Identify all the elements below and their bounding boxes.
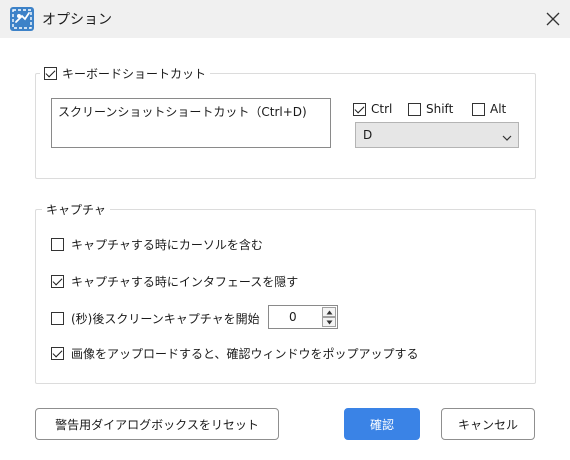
delay-capture-label: (秒)後スクリーンキャプチャを開始: [71, 312, 260, 326]
ctrl-checkbox[interactable]: [353, 102, 366, 116]
stepper-down-icon[interactable]: [322, 317, 336, 327]
alt-checkbox[interactable]: [472, 102, 485, 116]
key-select[interactable]: D: [355, 122, 519, 148]
upload-confirm-checkbox[interactable]: [51, 347, 64, 360]
capture-group-label-wrap: キャプチャ: [42, 200, 110, 218]
option-include-cursor[interactable]: キャプチャする時にカーソルを含む: [51, 236, 263, 253]
window-title: オプション: [42, 12, 112, 28]
keyboard-shortcut-label: キーボードショートカット: [62, 66, 207, 81]
delay-seconds-stepper[interactable]: 0: [268, 305, 338, 329]
ctrl-label: Ctrl: [371, 102, 393, 116]
delay-seconds-value: 0: [289, 310, 297, 324]
hide-interface-label: キャプチャする時にインタフェースを隠す: [71, 275, 299, 289]
shift-modifier[interactable]: Shift: [408, 102, 453, 116]
keyboard-shortcut-checkbox[interactable]: [44, 66, 57, 80]
close-icon[interactable]: [540, 6, 566, 32]
option-delay-capture[interactable]: (秒)後スクリーンキャプチャを開始: [51, 310, 260, 327]
ok-button[interactable]: 確認: [344, 408, 420, 440]
delay-capture-checkbox[interactable]: [51, 312, 64, 325]
shift-checkbox[interactable]: [408, 102, 421, 116]
alt-modifier[interactable]: Alt: [472, 102, 506, 116]
ctrl-modifier[interactable]: Ctrl: [353, 102, 392, 116]
cancel-button[interactable]: キャンセル: [441, 408, 535, 440]
reset-dialogs-button[interactable]: 警告用ダイアログボックスをリセット: [35, 408, 279, 440]
app-logo-icon: [10, 7, 34, 31]
hide-interface-checkbox[interactable]: [51, 275, 64, 288]
shift-label: Shift: [426, 102, 454, 116]
chevron-down-icon: [502, 131, 512, 145]
alt-label: Alt: [490, 102, 507, 116]
include-cursor-label: キャプチャする時にカーソルを含む: [71, 238, 263, 252]
shortcut-field-value: スクリーンショットショートカット（Ctrl+D): [58, 105, 307, 119]
capture-group-label: キャプチャ: [46, 202, 106, 217]
stepper-up-icon[interactable]: [322, 307, 336, 317]
keyboard-shortcut-toggle[interactable]: キーボードショートカット: [40, 64, 211, 82]
option-upload-confirm[interactable]: 画像をアップロードすると、確認ウィンドウをポップアップする: [51, 345, 419, 362]
option-hide-interface[interactable]: キャプチャする時にインタフェースを隠す: [51, 273, 298, 290]
shortcut-field[interactable]: スクリーンショットショートカット（Ctrl+D): [51, 98, 331, 148]
include-cursor-checkbox[interactable]: [51, 238, 64, 251]
title-bar: オプション: [0, 0, 570, 38]
upload-confirm-label: 画像をアップロードすると、確認ウィンドウをポップアップする: [71, 347, 419, 361]
key-select-value: D: [363, 128, 373, 142]
